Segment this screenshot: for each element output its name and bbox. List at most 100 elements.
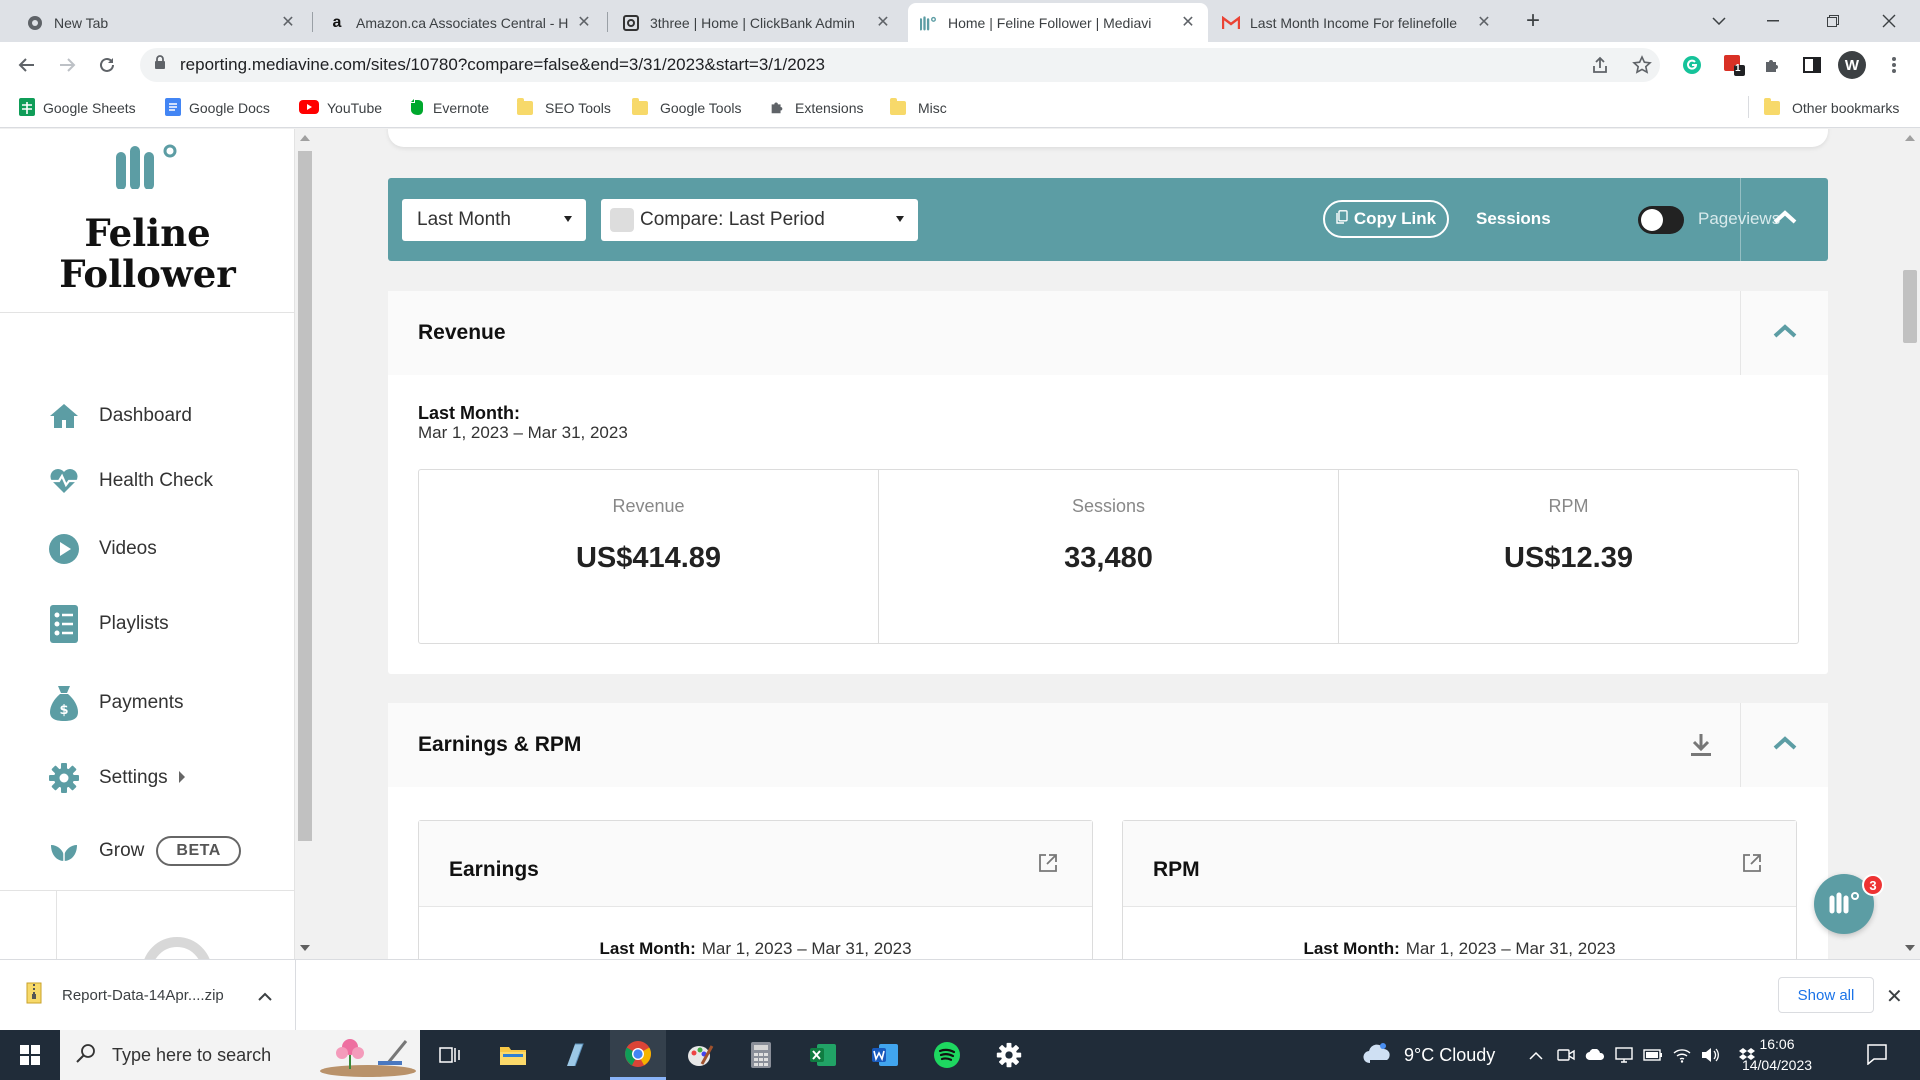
collapse-earnings-button[interactable] <box>1741 703 1828 787</box>
extensions-puzzle-icon[interactable] <box>1760 53 1784 77</box>
chart-period: Last Month: Mar 1, 2023 – Mar 31, 2023 <box>1303 939 1616 958</box>
excel-app-icon[interactable] <box>795 1030 851 1080</box>
lock-icon[interactable] <box>154 55 166 75</box>
onedrive-cloud-icon[interactable] <box>1585 1045 1605 1065</box>
settings-app-icon[interactable] <box>981 1030 1037 1080</box>
show-all-downloads-button[interactable]: Show all <box>1778 977 1874 1013</box>
back-button[interactable] <box>11 49 43 81</box>
paint-app-icon[interactable] <box>672 1030 728 1080</box>
sidebar-item-health-check[interactable]: Health Check <box>48 461 213 501</box>
tab-clickbank[interactable]: 3three | Home | ClickBank Admin ✕ <box>610 3 903 42</box>
sidebar-item-payments[interactable]: $ Payments <box>48 683 183 723</box>
bookmark-evernote[interactable]: Evernote <box>407 98 489 118</box>
bookmark-star-icon[interactable] <box>1630 53 1654 77</box>
tab-search-icon[interactable] <box>1696 0 1742 42</box>
file-explorer-icon[interactable] <box>485 1030 541 1080</box>
calculator-app-icon[interactable] <box>733 1030 789 1080</box>
meet-now-icon[interactable] <box>1556 1045 1576 1065</box>
search-highlight-art-icon <box>318 1033 418 1080</box>
taskbar-search-box[interactable]: Type here to search <box>60 1030 420 1080</box>
tab-amazon-associates[interactable]: a Amazon.ca Associates Central - H ✕ <box>316 3 604 42</box>
sidebar-scrollbar[interactable] <box>296 129 314 959</box>
tray-chevron-up-icon[interactable] <box>1526 1045 1546 1065</box>
bookmark-google-sheets[interactable]: Google Sheets <box>19 97 136 119</box>
mediavine-logo-icon[interactable] <box>115 141 181 194</box>
bookmark-extensions[interactable]: Extensions <box>769 98 863 118</box>
task-view-icon[interactable] <box>422 1030 478 1080</box>
close-icon[interactable]: ✕ <box>875 14 891 31</box>
kebab-menu-icon[interactable] <box>1882 53 1906 77</box>
side-panel-icon[interactable] <box>1800 53 1824 77</box>
external-link-icon[interactable] <box>1038 853 1058 878</box>
profile-avatar[interactable]: W <box>1838 51 1866 79</box>
restore-button[interactable] <box>1810 0 1856 42</box>
display-icon[interactable] <box>1614 1045 1634 1065</box>
wifi-icon[interactable] <box>1672 1045 1692 1065</box>
metric-label: Revenue <box>612 496 685 516</box>
windows-start-button[interactable] <box>0 1030 60 1080</box>
weather-widget[interactable]: 9°C Cloudy <box>1362 1030 1495 1080</box>
close-window-button[interactable] <box>1866 0 1912 42</box>
collapse-revenue-button[interactable] <box>1741 291 1828 375</box>
youtube-icon <box>299 99 319 117</box>
download-icon[interactable] <box>1690 733 1712 762</box>
download-item[interactable]: Report-Data-14Apr....zip <box>0 960 296 1030</box>
bookmarks-bar: Google Sheets Google Docs YouTube Everno… <box>0 88 1920 128</box>
grammarly-icon[interactable] <box>1680 53 1704 77</box>
chrome-taskbar-icon[interactable] <box>610 1030 666 1080</box>
notepad-app-icon[interactable] <box>546 1030 602 1080</box>
compare-select[interactable]: Compare: Last Period <box>601 199 918 241</box>
sidebar-item-dashboard[interactable]: Dashboard <box>48 396 192 436</box>
sessions-pageviews-toggle[interactable] <box>1638 206 1684 234</box>
compare-checkbox[interactable] <box>610 208 634 232</box>
sessions-toggle-label: Sessions <box>1476 209 1551 228</box>
notification-center-icon[interactable] <box>1866 1043 1888 1070</box>
reload-button[interactable] <box>91 49 123 81</box>
share-icon[interactable] <box>1588 53 1612 77</box>
forward-arrow-icon <box>60 58 76 72</box>
money-bag-icon: $ <box>48 686 80 721</box>
volume-icon[interactable] <box>1700 1045 1720 1065</box>
sidebar-item-playlists[interactable]: Playlists <box>48 604 169 644</box>
filter-bar: Last Month Compare: Last Period Copy Lin… <box>388 178 1828 261</box>
sidebar-item-videos[interactable]: Videos <box>48 529 157 569</box>
word-app-icon[interactable] <box>857 1030 913 1080</box>
close-download-bar-icon[interactable]: ✕ <box>1886 984 1903 1009</box>
url-text: reporting.mediavine.com/sites/10780?comp… <box>180 55 826 74</box>
battery-icon[interactable] <box>1643 1045 1663 1065</box>
page-scrollbar[interactable] <box>1900 129 1920 959</box>
clickbank-icon <box>622 14 640 32</box>
new-tab-button[interactable]: + <box>1518 6 1548 36</box>
close-icon[interactable]: ✕ <box>576 14 592 31</box>
address-bar[interactable]: reporting.mediavine.com/sites/10780?comp… <box>140 48 1660 82</box>
chevron-up-icon[interactable] <box>258 988 272 1006</box>
period-select[interactable]: Last Month <box>402 199 586 241</box>
tab-mediavine-home[interactable]: Home | Feline Follower | Mediavi ✕ <box>908 3 1208 42</box>
bookmark-youtube[interactable]: YouTube <box>299 98 382 118</box>
extension-red-icon[interactable]: 1 <box>1722 53 1746 77</box>
cloud-icon <box>1362 1042 1394 1069</box>
bookmark-google-docs[interactable]: Google Docs <box>165 97 270 118</box>
tab-new-tab[interactable]: New Tab ✕ <box>14 3 308 42</box>
taskbar-clock[interactable]: 16:06 14/04/2023 <box>1732 1034 1822 1076</box>
forward-button[interactable] <box>51 49 83 81</box>
copy-link-button[interactable]: Copy Link <box>1323 200 1449 238</box>
minimize-button[interactable] <box>1750 0 1796 42</box>
sidebar-item-settings[interactable]: Settings <box>48 758 186 798</box>
compare-select-value: Compare: Last Period <box>640 209 825 230</box>
collapse-filters-button[interactable] <box>1741 178 1828 261</box>
bookmark-folder-google-tools[interactable]: Google Tools <box>632 98 741 118</box>
metric-revenue: Revenue US$414.89 <box>419 470 879 643</box>
bookmark-folder-seo-tools[interactable]: SEO Tools <box>517 98 611 118</box>
avatar[interactable] <box>142 937 212 959</box>
external-link-icon[interactable] <box>1742 853 1762 878</box>
google-sheets-icon <box>19 97 35 119</box>
spotify-app-icon[interactable] <box>919 1030 975 1080</box>
bookmark-folder-other-bookmarks[interactable]: Other bookmarks <box>1764 98 1899 118</box>
sidebar-item-grow[interactable]: Grow BETA <box>48 831 241 871</box>
close-icon[interactable]: ✕ <box>1180 14 1196 31</box>
bookmark-folder-misc[interactable]: Misc <box>890 98 947 118</box>
tab-gmail[interactable]: Last Month Income For felinefolle ✕ <box>1210 3 1504 42</box>
close-icon[interactable]: ✕ <box>1476 14 1492 31</box>
close-icon[interactable]: ✕ <box>280 14 296 31</box>
